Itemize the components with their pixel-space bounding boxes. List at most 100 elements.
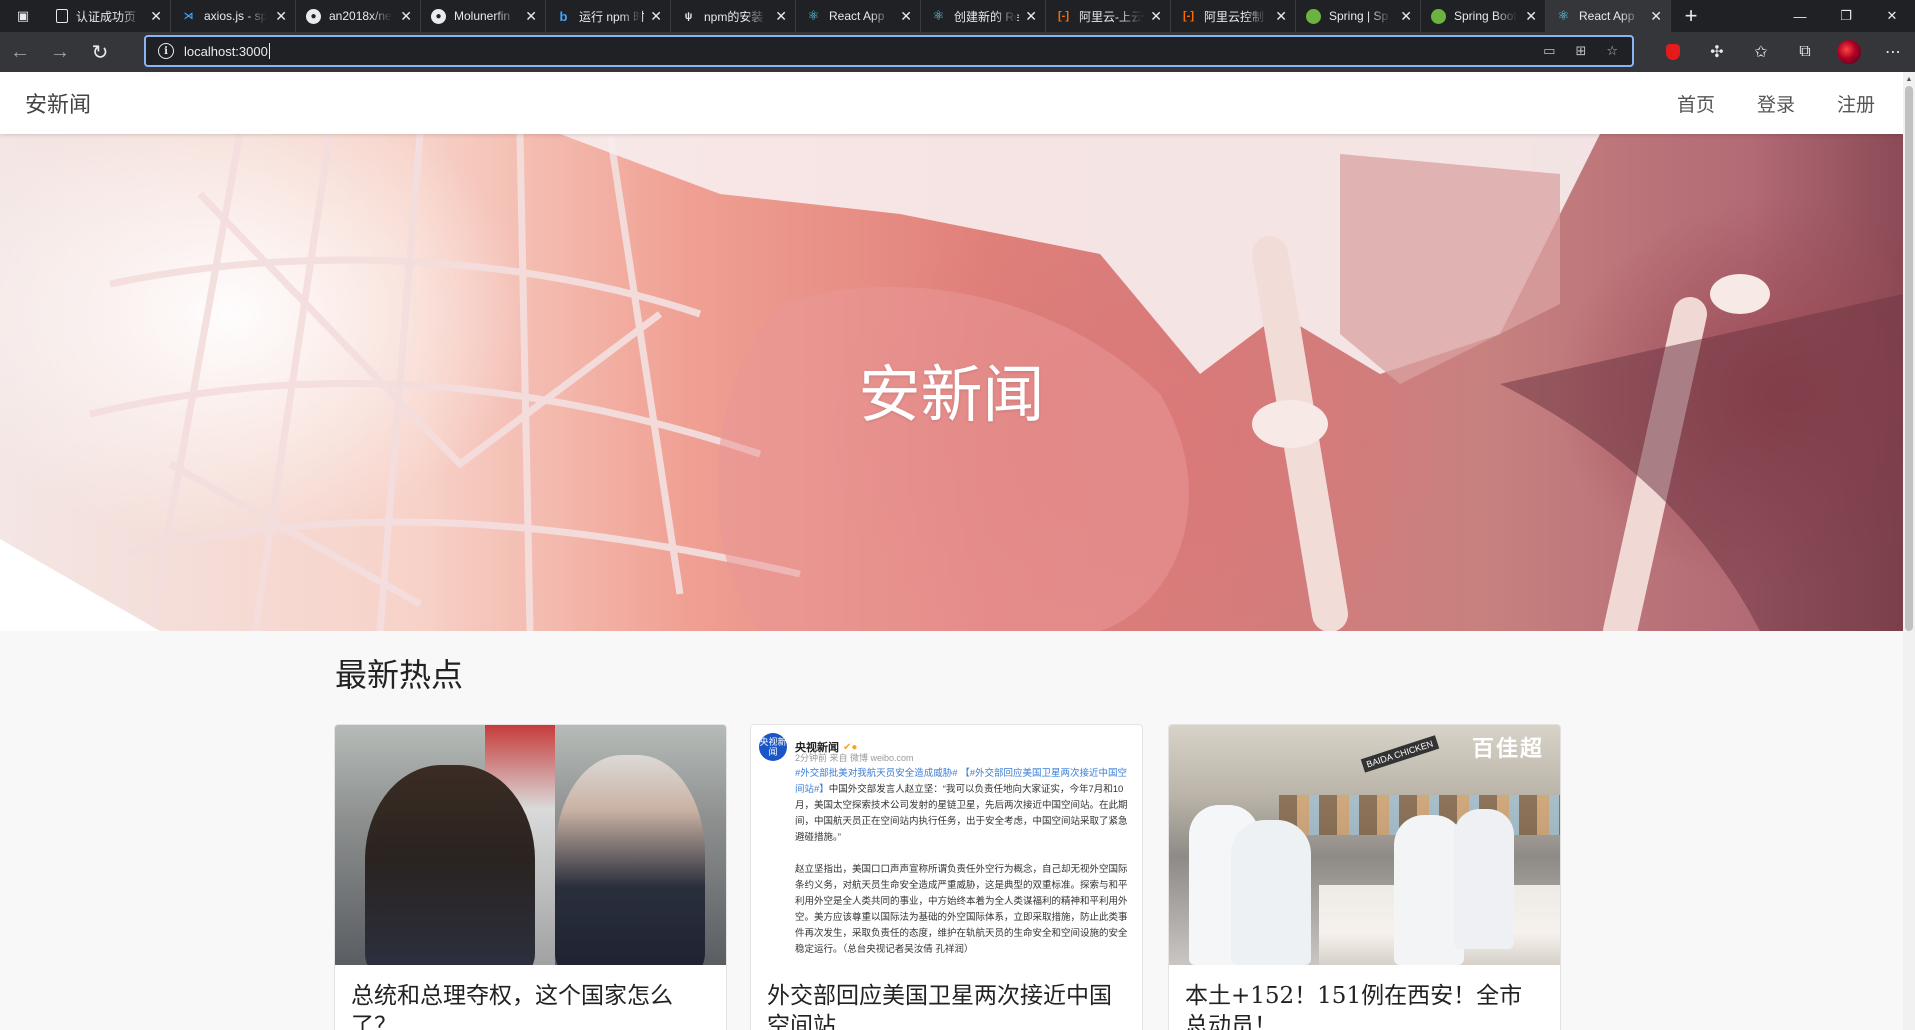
yuque-icon: ψ	[684, 10, 693, 22]
react-icon: ⚛	[932, 8, 945, 23]
new-tab-button[interactable]: +	[1671, 0, 1711, 32]
tab-fade	[245, 0, 267, 32]
nav-link-login[interactable]: 登录	[1757, 90, 1795, 117]
tab-close-icon[interactable]: ✕	[775, 8, 787, 25]
tab-fade	[995, 0, 1017, 32]
tab-fade	[1495, 0, 1517, 32]
more-menu-icon[interactable]: ⋯	[1871, 42, 1915, 62]
store-sign: 百佳超	[1471, 736, 1544, 761]
extension-red-icon[interactable]	[1651, 44, 1695, 60]
scroll-up-icon[interactable]: ▲	[1903, 72, 1915, 86]
window-controls: — ❐ ✕	[1777, 0, 1915, 32]
ppe-worker-figure	[1454, 809, 1514, 949]
restore-icon[interactable]: ❐	[1823, 0, 1869, 32]
aliyun-icon: [-]	[1058, 10, 1069, 22]
extensions-icon[interactable]: ✣	[1695, 42, 1739, 62]
news-card[interactable]: 央视新闻 央视新闻 ✔● 2分钟前 来自 微博 weibo.com #外交部批美…	[750, 724, 1143, 1030]
avatar	[1837, 40, 1861, 64]
browser-tab[interactable]: Spring Boot ✕	[1421, 0, 1546, 32]
nav-links: 首页 登录 注册	[1677, 90, 1875, 117]
tab-close-icon[interactable]: ✕	[900, 8, 912, 25]
page-scrollbar[interactable]: ▲	[1903, 72, 1915, 1030]
scrollbar-thumb[interactable]	[1905, 86, 1913, 631]
tab-actions-icon[interactable]: ▣	[0, 0, 46, 32]
browser-tab[interactable]: Spring | Sp ✕	[1296, 0, 1421, 32]
news-card[interactable]: 总统和总理夺权，这个国家怎么了？	[334, 724, 727, 1030]
hero-banner: 安新闻	[0, 134, 1903, 631]
forward-icon[interactable]: →	[40, 32, 80, 72]
news-card[interactable]: 百佳超 BAIDA CHICKEN 本土+152！151例在西安！全市总动员！	[1168, 724, 1561, 1030]
text-caret	[268, 43, 270, 59]
tab-close-icon[interactable]: ✕	[650, 8, 662, 25]
tab-close-icon[interactable]: ✕	[1150, 8, 1162, 25]
back-icon[interactable]: ←	[0, 32, 40, 72]
face-shape	[717, 286, 1189, 631]
browser-tab-active[interactable]: ⚛ React App ✕	[1546, 0, 1671, 32]
weibo-meta: 2分钟前 来自 微博 weibo.com	[795, 753, 914, 763]
tab-close-icon[interactable]: ✕	[1650, 8, 1662, 25]
weibo-paragraph: 中国外交部发言人赵立坚：“我可以负责任地向大家证实，今年7月和10月，美国太空探…	[795, 784, 1128, 843]
tab-close-icon[interactable]: ✕	[1275, 8, 1287, 25]
tab-close-icon[interactable]: ✕	[150, 8, 162, 25]
tab-close-icon[interactable]: ✕	[1025, 8, 1037, 25]
bing-icon: b	[559, 8, 568, 24]
weibo-avatar: 央视新闻	[759, 733, 787, 761]
news-card-title[interactable]: 外交部回应美国卫星两次接近中国空间站	[751, 965, 1142, 1030]
browser-tab[interactable]: ⚛ 创建新的 Re ✕	[921, 0, 1046, 32]
news-card-image[interactable]: 百佳超 BAIDA CHICKEN	[1169, 725, 1560, 965]
tab-fade	[1120, 0, 1142, 32]
site-info-icon[interactable]: i	[158, 43, 174, 59]
browser-tab[interactable]: ⋊ axios.js - sp ✕	[171, 0, 296, 32]
tab-close-icon[interactable]: ✕	[1525, 8, 1537, 25]
tab-close-icon[interactable]: ✕	[525, 8, 537, 25]
browser-tab[interactable]: b 运行 npm 时 ✕	[546, 0, 671, 32]
add-favorite-icon[interactable]: ☆	[1606, 43, 1618, 59]
store-badge: BAIDA CHICKEN	[1360, 735, 1439, 773]
address-toolbar: ← → ↻ i localhost:3000 ▭ ⊞ ☆ ✣ ✩ ⧉ ⋯	[0, 32, 1915, 72]
tab-fade	[1245, 0, 1267, 32]
favorites-icon[interactable]: ✩	[1739, 42, 1783, 62]
nav-link-register[interactable]: 注册	[1837, 90, 1875, 117]
tab-close-icon[interactable]: ✕	[275, 8, 287, 25]
person-figure	[555, 755, 705, 965]
browser-tab[interactable]: [-] 阿里云-上云 ✕	[1046, 0, 1171, 32]
section-heading: 最新热点	[335, 656, 464, 694]
tab-fade	[495, 0, 517, 32]
omnibox-actions: ▭ ⊞ ☆	[1543, 43, 1632, 59]
github-icon: ●	[306, 8, 321, 24]
nav-link-home[interactable]: 首页	[1677, 90, 1715, 117]
tab-close-icon[interactable]: ✕	[1400, 8, 1412, 25]
spring-icon	[1431, 8, 1446, 24]
browser-tab[interactable]: ψ npm的安装 ✕	[671, 0, 796, 32]
page-viewport: 安新闻 首页 登录 注册 安新闻 最新热点 总统和总理夺权，这个国家怎么了？ 央…	[0, 72, 1903, 1030]
profile-avatar[interactable]	[1827, 40, 1871, 64]
tab-fade	[120, 0, 142, 32]
minimize-icon[interactable]: —	[1777, 0, 1823, 32]
site-brand[interactable]: 安新闻	[25, 87, 91, 119]
document-icon	[56, 9, 68, 23]
reload-icon[interactable]: ↻	[80, 32, 120, 72]
app-available-icon[interactable]: ⊞	[1575, 43, 1586, 59]
browser-tab[interactable]: [-] 阿里云控制 ✕	[1171, 0, 1296, 32]
tab-fade	[1370, 0, 1392, 32]
collections-icon[interactable]: ⧉	[1783, 43, 1827, 61]
aliyun-icon: [-]	[1183, 10, 1194, 22]
react-icon: ⚛	[807, 8, 820, 23]
news-card-image[interactable]: 央视新闻 央视新闻 ✔● 2分钟前 来自 微博 weibo.com #外交部批美…	[751, 725, 1142, 965]
browser-tab[interactable]: ⚛ React App ✕	[796, 0, 921, 32]
immersive-reader-icon[interactable]: ▭	[1543, 43, 1555, 59]
news-card-title[interactable]: 总统和总理夺权，这个国家怎么了？	[335, 965, 726, 1030]
news-card-image[interactable]	[335, 725, 726, 965]
address-bar[interactable]: i localhost:3000 ▭ ⊞ ☆	[144, 35, 1634, 67]
react-icon: ⚛	[1557, 8, 1570, 23]
close-window-icon[interactable]: ✕	[1869, 0, 1915, 32]
strap-buckle	[1710, 274, 1770, 314]
address-input[interactable]: localhost:3000	[184, 44, 268, 59]
browser-tab[interactable]: 认证成功页 ✕	[46, 0, 171, 32]
extension-badge	[1666, 44, 1680, 60]
spring-icon	[1306, 8, 1321, 24]
tab-close-icon[interactable]: ✕	[400, 8, 412, 25]
news-card-title[interactable]: 本土+152！151例在西安！全市总动员！	[1169, 965, 1560, 1030]
browser-tab[interactable]: ● an2018x/ne ✕	[296, 0, 421, 32]
browser-tab[interactable]: ● Molunerfin ✕	[421, 0, 546, 32]
